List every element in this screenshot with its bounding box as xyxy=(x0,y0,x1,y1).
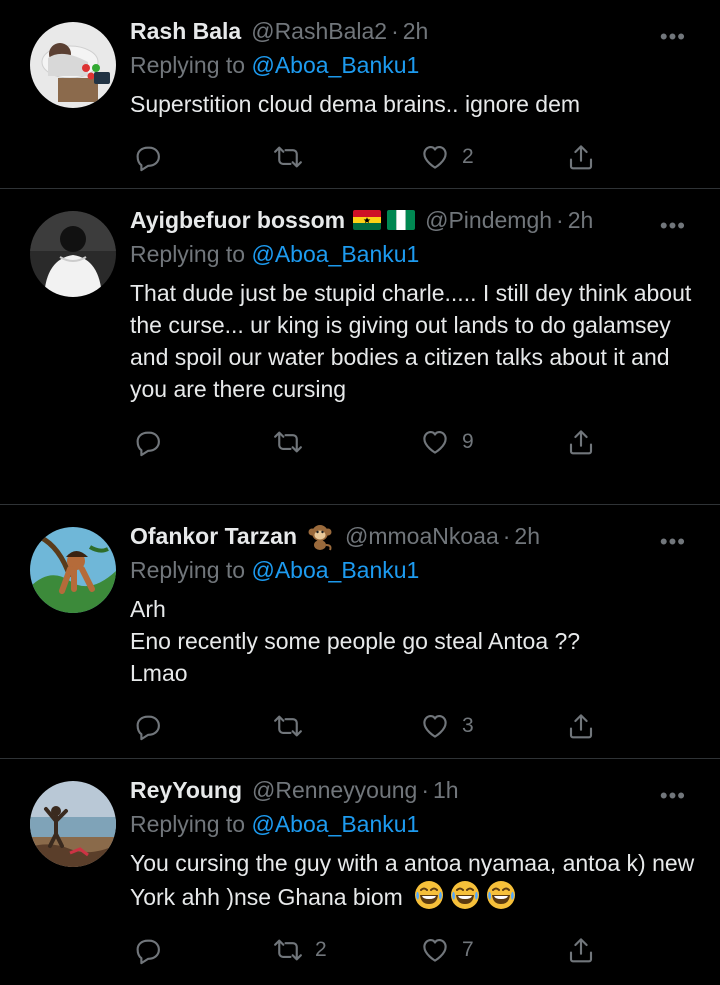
more-options-icon[interactable]: ••• xyxy=(660,529,686,555)
reply-mention-link[interactable]: @Aboa_Banku1 xyxy=(251,557,419,583)
tweet-actions: 2 7 xyxy=(130,921,704,985)
tweet-header: Ayigbefuor bossom @Pindemgh · 2h xyxy=(130,205,704,235)
timestamp[interactable]: 2h xyxy=(514,523,540,550)
user-handle[interactable]: @Pindemgh xyxy=(425,207,552,234)
retweet-icon xyxy=(273,427,303,457)
user-handle[interactable]: @Renneyyoung xyxy=(252,777,417,804)
user-handle[interactable]: @mmoaNkoaa xyxy=(345,523,499,550)
more-options-icon[interactable]: ••• xyxy=(660,783,686,809)
retweet-button[interactable] xyxy=(273,711,315,741)
like-button[interactable]: 7 xyxy=(420,935,474,965)
tweet[interactable]: ReyYoung @Renneyyoung · 1h ••• Replying … xyxy=(0,758,720,971)
reply-mention-link[interactable]: @Aboa_Banku1 xyxy=(251,811,419,837)
heart-icon xyxy=(420,935,450,965)
user-handle[interactable]: @RashBala2 xyxy=(251,18,387,45)
laughing-emoji-icon xyxy=(449,879,481,911)
laughing-emoji-icon xyxy=(413,879,445,911)
tweet-text: That dude just be stupid charle..... I s… xyxy=(130,280,698,402)
replying-to-label: Replying to xyxy=(130,241,246,267)
tweet-header: Rash Bala @RashBala2 · 2h xyxy=(130,16,704,46)
replying-to-label: Replying to xyxy=(130,811,246,837)
share-icon xyxy=(566,427,596,457)
reply-icon xyxy=(132,427,162,457)
separator-dot: · xyxy=(502,522,511,549)
reply-button[interactable] xyxy=(132,142,174,172)
replying-to-label: Replying to xyxy=(130,52,246,78)
tweet-header: Ofankor Tarzan @mmoaNkoaa · 2h xyxy=(130,521,704,551)
timestamp[interactable]: 2h xyxy=(568,207,594,234)
retweet-button[interactable] xyxy=(273,142,315,172)
replying-to: Replying to @Aboa_Banku1 xyxy=(130,555,704,585)
ghana-flag-icon xyxy=(353,210,382,230)
reply-icon xyxy=(132,711,162,741)
retweet-button[interactable] xyxy=(273,427,315,457)
tweet-text: Arh Eno recently some people go steal An… xyxy=(130,596,581,686)
tweet-actions: 9 xyxy=(130,413,704,477)
timestamp[interactable]: 1h xyxy=(433,777,459,804)
retweet-icon xyxy=(273,935,303,965)
share-button[interactable] xyxy=(566,711,596,741)
replying-to: Replying to @Aboa_Banku1 xyxy=(130,239,704,269)
monkey-emoji-icon xyxy=(308,525,332,551)
like-count: 7 xyxy=(462,938,474,961)
tweet[interactable]: Ofankor Tarzan @mmoaNkoaa · 2h ••• Reply… xyxy=(0,504,720,758)
reply-button[interactable] xyxy=(132,427,174,457)
tweet-actions: 2 xyxy=(130,128,704,192)
display-name[interactable]: Ofankor Tarzan xyxy=(130,523,297,550)
more-options-icon[interactable]: ••• xyxy=(660,213,686,239)
like-count: 3 xyxy=(462,714,474,737)
like-count: 2 xyxy=(462,145,474,168)
beach-photo-avatar[interactable] xyxy=(30,781,116,867)
display-name[interactable]: Ayigbefuor bossom xyxy=(130,207,345,234)
reply-button[interactable] xyxy=(132,711,174,741)
share-button[interactable] xyxy=(566,142,596,172)
reply-icon xyxy=(132,142,162,172)
tarzan-cartoon-avatar[interactable] xyxy=(30,527,116,613)
retweet-button[interactable]: 2 xyxy=(273,935,327,965)
timestamp[interactable]: 2h xyxy=(403,18,429,45)
laughing-emoji-icon xyxy=(485,879,517,911)
replying-to: Replying to @Aboa_Banku1 xyxy=(130,50,704,80)
person-sleeping-avatar[interactable] xyxy=(30,22,116,108)
tweet[interactable]: Ayigbefuor bossom @Pindemgh · 2h ••• Rep… xyxy=(0,188,720,504)
display-name[interactable]: ReyYoung xyxy=(130,777,242,804)
retweet-icon xyxy=(273,142,303,172)
reply-mention-link[interactable]: @Aboa_Banku1 xyxy=(251,52,419,78)
tweet-text: Superstition cloud dema brains.. ignore … xyxy=(130,91,581,117)
heart-icon xyxy=(420,142,450,172)
replying-to-label: Replying to xyxy=(130,557,246,583)
heart-icon xyxy=(420,427,450,457)
heart-icon xyxy=(420,711,450,741)
tweet-actions: 3 xyxy=(130,697,704,761)
tweet-header: ReyYoung @Renneyyoung · 1h xyxy=(130,775,704,805)
like-button[interactable]: 9 xyxy=(420,427,474,457)
display-name[interactable]: Rash Bala xyxy=(130,18,241,45)
share-icon xyxy=(566,935,596,965)
like-button[interactable]: 2 xyxy=(420,142,474,172)
share-icon xyxy=(566,142,596,172)
tweet-text: You cursing the guy with a antoa nyamaa,… xyxy=(130,847,704,913)
nigeria-flag-icon xyxy=(387,210,416,230)
share-button[interactable] xyxy=(566,935,596,965)
replying-to: Replying to @Aboa_Banku1 xyxy=(130,809,704,839)
more-options-icon[interactable]: ••• xyxy=(660,24,686,50)
separator-dot: · xyxy=(556,206,564,233)
share-button[interactable] xyxy=(566,427,596,457)
tweet[interactable]: Rash Bala @RashBala2 · 2h ••• Replying t… xyxy=(0,0,720,188)
reply-button[interactable] xyxy=(132,935,174,965)
separator-dot: · xyxy=(391,17,399,44)
like-button[interactable]: 3 xyxy=(420,711,474,741)
reply-mention-link[interactable]: @Aboa_Banku1 xyxy=(251,241,419,267)
retweet-count: 2 xyxy=(315,938,327,961)
share-icon xyxy=(566,711,596,741)
reply-icon xyxy=(132,935,162,965)
retweet-icon xyxy=(273,711,303,741)
separator-dot: · xyxy=(421,776,429,803)
person-back-avatar[interactable] xyxy=(30,211,116,297)
like-count: 9 xyxy=(462,430,474,453)
flag-emojis xyxy=(353,210,416,230)
